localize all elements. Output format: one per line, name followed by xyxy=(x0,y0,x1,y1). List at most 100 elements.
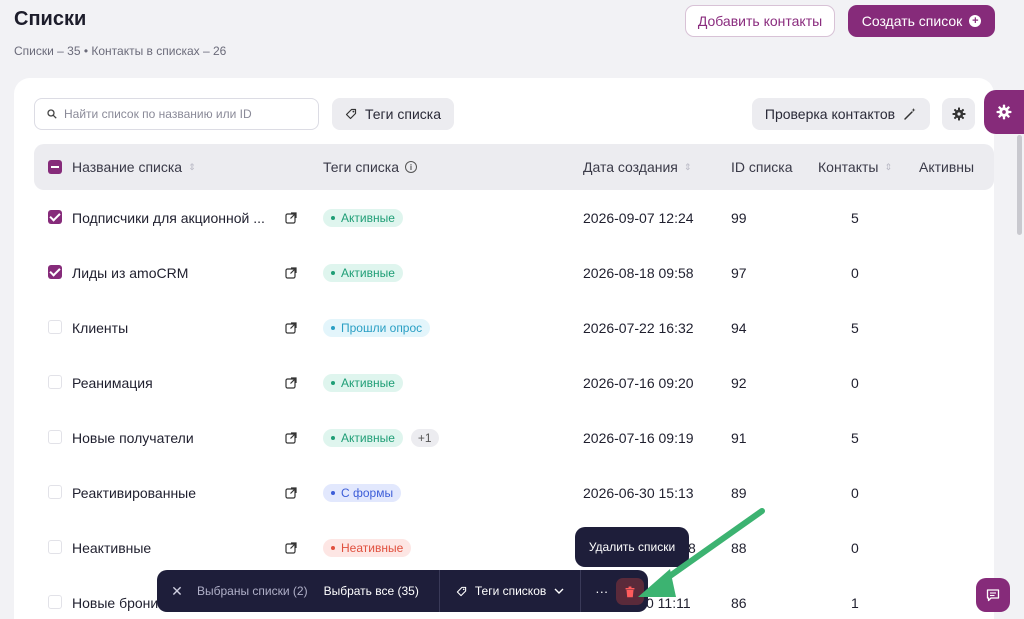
search-input[interactable] xyxy=(64,107,304,121)
column-header-created[interactable]: Дата создания ⇕ xyxy=(583,159,691,175)
table-row[interactable]: Неактивные Неативные 8 88 0 xyxy=(34,520,994,575)
list-name[interactable]: Неактивные xyxy=(72,520,151,575)
scrollbar[interactable] xyxy=(1017,135,1022,235)
tag-badge: Активные xyxy=(323,208,403,227)
tag-icon xyxy=(456,586,467,596)
tag-label: Активные xyxy=(341,430,395,445)
contacts-count: 0 xyxy=(851,374,859,391)
list-id: 94 xyxy=(731,319,747,336)
row-checkbox[interactable] xyxy=(48,430,62,444)
check-contacts-button[interactable]: Проверка контактов xyxy=(752,98,930,130)
tag-dot-icon xyxy=(331,325,335,330)
row-checkbox[interactable] xyxy=(48,210,62,224)
tag-label: Активные xyxy=(341,375,395,390)
select-all-checkbox[interactable] xyxy=(48,160,62,174)
tag-dot-icon xyxy=(331,215,335,220)
list-id: 92 xyxy=(731,374,747,391)
chat-icon xyxy=(986,589,1000,602)
sort-icon: ⇕ xyxy=(884,161,893,172)
list-tags-dropdown[interactable]: Теги списков xyxy=(440,584,580,598)
contacts-count: 5 xyxy=(851,319,859,336)
list-name[interactable]: Клиенты xyxy=(72,300,128,355)
column-header-contacts[interactable]: Контакты ⇕ xyxy=(818,159,892,175)
search-icon xyxy=(47,109,57,119)
column-header-created-label: Дата создания xyxy=(583,159,678,175)
column-header-name-label: Название списка xyxy=(72,159,183,175)
row-checkbox[interactable] xyxy=(48,595,62,609)
chat-button[interactable] xyxy=(976,578,1010,612)
table-row[interactable]: Реактивированные С формы 2026-06-30 15:13 8… xyxy=(34,465,994,520)
row-checkbox[interactable] xyxy=(48,265,62,279)
tag-dot-icon xyxy=(331,545,335,550)
table-header: Название списка ⇕ Теги списка i Дата соз… xyxy=(34,144,994,190)
column-header-active[interactable]: Активны xyxy=(919,159,974,175)
more-tags-badge[interactable]: +1 xyxy=(410,428,439,447)
select-all-button[interactable]: Выбрать все (35) xyxy=(324,584,419,598)
magic-wand-icon xyxy=(904,108,916,120)
row-checkbox[interactable] xyxy=(48,375,62,389)
column-header-contacts-label: Контакты xyxy=(818,159,879,175)
column-header-id[interactable]: ID списка xyxy=(731,159,793,175)
plus-circle-icon: + xyxy=(969,15,982,27)
table-settings-button[interactable] xyxy=(942,98,975,130)
list-tags-filter-button[interactable]: Теги списка xyxy=(332,98,454,130)
chevron-down-icon xyxy=(554,588,564,594)
list-tags-dropdown-label: Теги списков xyxy=(474,584,547,598)
annotation-arrow xyxy=(638,508,765,597)
table-row[interactable]: Реанимация Активные 2026-07-16 09:20 92 0 xyxy=(34,355,994,410)
tag-badge: Активные xyxy=(323,373,403,392)
close-icon[interactable]: ✕ xyxy=(157,583,197,600)
selected-count: Выбраны списки (2) xyxy=(197,584,308,598)
open-external-icon[interactable] xyxy=(285,300,297,355)
tags-cell: Активные +1 xyxy=(323,410,439,465)
add-contacts-button[interactable]: Добавить контакты xyxy=(685,5,835,37)
created-date: 2026-07-16 09:20 xyxy=(583,374,694,391)
table-row[interactable]: Подписчики для акционной ... Активные 2026… xyxy=(34,190,994,245)
open-external-icon[interactable] xyxy=(285,190,297,245)
table-row[interactable]: Клиенты Прошли опрос 2026-07-22 16:32 94 5 xyxy=(34,300,994,355)
open-external-icon[interactable] xyxy=(285,355,297,410)
table-row[interactable]: Лиды из amoCRM Активные 2026-08-18 09:58 97… xyxy=(34,245,994,300)
tags-cell: С формы xyxy=(323,465,402,520)
column-header-tags-label: Теги списка xyxy=(323,159,399,175)
search-box[interactable] xyxy=(34,98,319,130)
column-header-active-label: Активны xyxy=(919,159,975,175)
tags-cell: Активные xyxy=(323,190,403,245)
created-date: 2026-09-07 12:24 xyxy=(583,209,694,226)
tag-badge: Активные xyxy=(323,428,403,447)
settings-side-button[interactable] xyxy=(984,90,1024,134)
list-name[interactable]: Реактивированные xyxy=(72,465,196,520)
open-external-icon[interactable] xyxy=(285,465,297,520)
contacts-count: 1 xyxy=(851,594,859,611)
list-id: 99 xyxy=(731,209,747,226)
created-date: 2026-07-22 16:32 xyxy=(583,319,694,336)
tag-label: Активные xyxy=(341,265,395,280)
list-name[interactable]: Лиды из amoCRM xyxy=(72,245,188,300)
open-external-icon[interactable] xyxy=(285,520,297,575)
list-name[interactable]: Новые брони xyxy=(72,575,158,619)
contacts-count: 0 xyxy=(851,484,859,501)
contacts-count: 0 xyxy=(851,539,859,556)
tag-label: Прошли опрос xyxy=(341,320,423,335)
info-icon[interactable]: i xyxy=(405,161,417,173)
list-name[interactable]: Реанимация xyxy=(72,355,153,410)
list-name[interactable]: Подписчики для акционной ... xyxy=(72,190,265,245)
row-checkbox[interactable] xyxy=(48,485,62,499)
list-tags-filter-label: Теги списка xyxy=(365,106,441,122)
column-header-name[interactable]: Название списка ⇕ xyxy=(72,159,196,175)
page-subtitle: Списки – 35 • Контакты в списках – 26 xyxy=(14,44,227,58)
list-name[interactable]: Новые получатели xyxy=(72,410,194,465)
tag-badge: Прошли опрос xyxy=(323,318,431,337)
created-date: 2026-07-16 09:19 xyxy=(583,429,694,446)
create-list-button[interactable]: Создать список + xyxy=(848,5,995,37)
contacts-count: 0 xyxy=(851,264,859,281)
create-list-label: Создать список xyxy=(861,13,963,29)
open-external-icon[interactable] xyxy=(285,410,297,465)
table-row[interactable]: Новые получатели Активные +1 2026-07-16 09:… xyxy=(34,410,994,465)
sort-icon: ⇕ xyxy=(188,161,196,172)
row-checkbox[interactable] xyxy=(48,320,62,334)
open-external-icon[interactable] xyxy=(285,245,297,300)
tag-icon xyxy=(345,108,357,120)
row-checkbox[interactable] xyxy=(48,540,62,554)
tag-label: С формы xyxy=(341,485,394,500)
